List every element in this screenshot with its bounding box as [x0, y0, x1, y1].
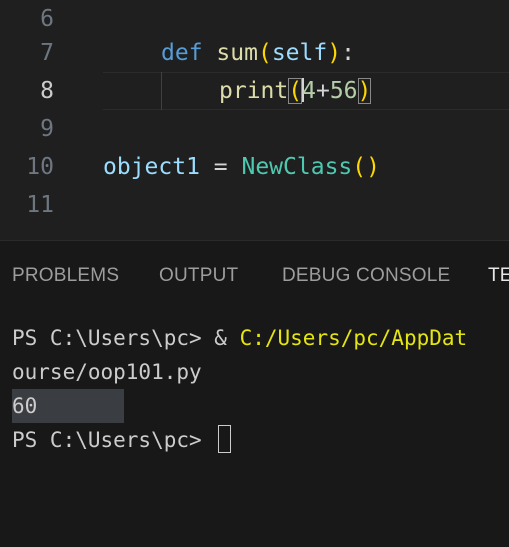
editor-line-6[interactable]: 6: [0, 0, 509, 38]
terminal-line: PS C:\Users\pc>: [12, 423, 232, 457]
bracket-token: ): [366, 154, 380, 180]
line-number: 9: [40, 116, 54, 142]
line-number: 6: [40, 6, 54, 32]
program-output: 60: [12, 389, 124, 423]
bracket-token: (: [288, 78, 303, 104]
executable-path: C:/Users/pc/AppDat: [239, 326, 468, 350]
tab-terminal[interactable]: TE: [488, 265, 509, 287]
class-name-token: NewClass: [241, 154, 353, 180]
editor-line-10[interactable]: 10 object1 = NewClass(): [0, 148, 509, 186]
bracket-token: (: [352, 154, 367, 180]
terminal-cursor: [218, 425, 232, 453]
bottom-panel: PROBLEMS OUTPUT DEBUG CONSOLE TE PS C:\U…: [0, 240, 509, 547]
terminal-line: 60: [12, 389, 124, 423]
function-name-token: sum: [216, 40, 258, 66]
call-operator: &: [214, 326, 240, 350]
code-text: print(4+56): [219, 72, 372, 110]
editor-line-7[interactable]: 7 def sum(self):: [0, 34, 509, 72]
code-text: def sum(self):: [161, 34, 355, 72]
line-number: 11: [26, 192, 54, 218]
code-editor[interactable]: 6 7 def sum(self): 8 print(4+56) 9 10 ob…: [0, 0, 509, 240]
operator-token: =: [199, 154, 242, 180]
indent-guide: [161, 72, 162, 110]
bracket-token: ): [327, 40, 342, 66]
terminal-prompt: PS C:\Users\pc>: [12, 428, 215, 452]
bracket-token: (: [257, 40, 272, 66]
terminal-prompt: PS C:\Users\pc>: [12, 326, 215, 350]
line-number: 8: [40, 78, 54, 104]
operator-token: +: [315, 78, 330, 104]
variable-token: object1: [103, 154, 200, 180]
code-text: object1 = NewClass(): [103, 148, 380, 186]
terminal-line: ourse/oop101.py: [12, 360, 202, 384]
bracket-token: ): [357, 78, 372, 104]
tab-debug-console[interactable]: DEBUG CONSOLE: [282, 265, 450, 287]
keyword-token: def: [161, 40, 203, 66]
line-number: 10: [26, 154, 54, 180]
number-token: 4: [302, 78, 316, 104]
number-token: 56: [329, 78, 358, 104]
editor-line-8[interactable]: 8 print(4+56): [0, 72, 509, 110]
terminal-line: PS C:\Users\pc> & C:/Users/pc/AppDat: [12, 321, 467, 355]
panel-tab-bar: PROBLEMS OUTPUT DEBUG CONSOLE TE: [0, 241, 509, 315]
tab-problems[interactable]: PROBLEMS: [12, 265, 119, 287]
vscode-window: 6 7 def sum(self): 8 print(4+56) 9 10 ob…: [0, 0, 509, 547]
editor-line-9[interactable]: 9: [0, 110, 509, 148]
editor-line-11[interactable]: 11: [0, 186, 509, 224]
line-number: 7: [40, 40, 54, 66]
tab-output[interactable]: OUTPUT: [159, 265, 238, 287]
parameter-token: self: [271, 40, 328, 66]
colon-token: :: [341, 40, 355, 66]
function-name-token: print: [219, 78, 289, 104]
terminal-output[interactable]: PS C:\Users\pc> & C:/Users/pc/AppDat our…: [12, 321, 509, 465]
